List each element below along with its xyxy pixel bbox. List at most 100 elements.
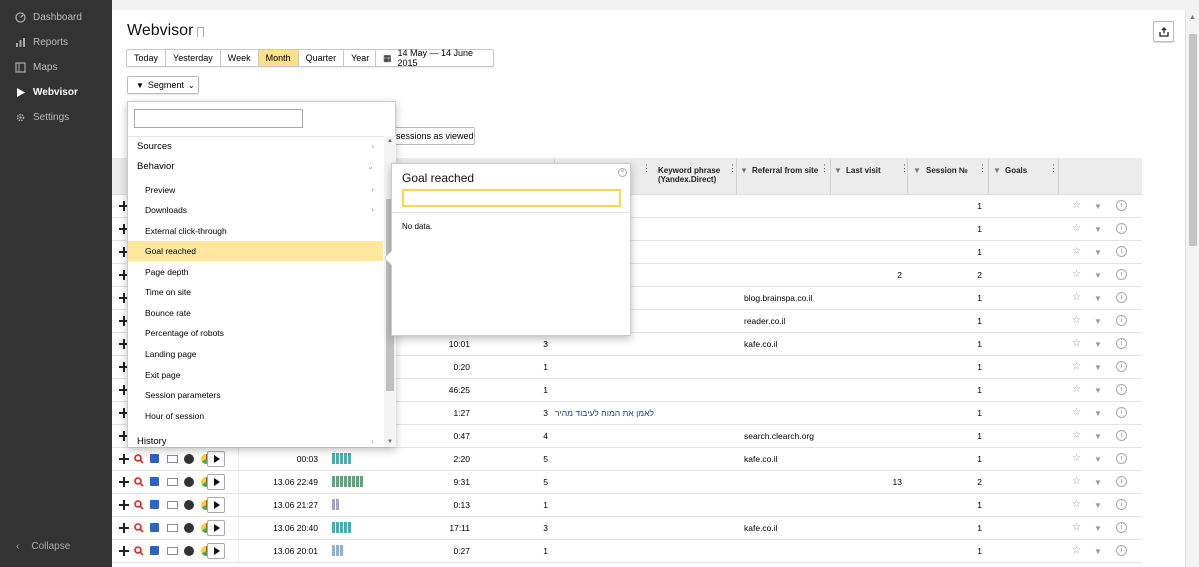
- filter-icon[interactable]: ▼: [1094, 409, 1102, 418]
- play-button[interactable]: [207, 497, 225, 513]
- page-scrollbar[interactable]: ▲: [1185, 10, 1199, 567]
- star-icon[interactable]: ☆: [1072, 361, 1081, 372]
- period-month-button[interactable]: Month: [258, 50, 299, 66]
- filter-icon[interactable]: ▼: [1094, 524, 1102, 533]
- filter-icon[interactable]: ▼: [1094, 340, 1102, 349]
- expand-icon[interactable]: [119, 523, 129, 533]
- play-button[interactable]: [207, 474, 225, 490]
- info-icon[interactable]: i: [1116, 246, 1127, 257]
- info-icon[interactable]: i: [1116, 499, 1127, 510]
- segment-item-percentage-of-robots[interactable]: Percentage of robots: [128, 323, 383, 343]
- scroll-up-icon[interactable]: ▲: [1189, 14, 1196, 21]
- table-row[interactable]: 13.06 22:49 9:31 5 13 2 ☆ ▼ i: [112, 471, 1142, 494]
- column-menu-icon[interactable]: ⋮: [820, 164, 829, 173]
- segment-item-bounce-rate[interactable]: Bounce rate: [128, 303, 383, 323]
- period-today-button[interactable]: Today: [127, 50, 167, 66]
- filter-icon[interactable]: ▼: [1094, 501, 1102, 510]
- info-icon[interactable]: i: [1116, 453, 1127, 464]
- filter-icon[interactable]: ▼: [1094, 225, 1102, 234]
- sidebar-item-dashboard[interactable]: Dashboard: [14, 9, 82, 25]
- info-icon[interactable]: i: [1116, 545, 1127, 556]
- bookmark-icon[interactable]: [197, 27, 204, 37]
- filter-icon[interactable]: ▼: [1094, 248, 1102, 257]
- star-icon[interactable]: ☆: [1072, 292, 1081, 303]
- column-menu-icon[interactable]: ⋮: [978, 164, 987, 173]
- star-icon[interactable]: ☆: [1072, 407, 1081, 418]
- star-icon[interactable]: ☆: [1072, 430, 1081, 441]
- play-button[interactable]: [207, 520, 225, 536]
- info-icon[interactable]: i: [1116, 522, 1127, 533]
- segment-item-goal-reached[interactable]: Goal reached: [128, 241, 383, 261]
- segment-item-time-on-site[interactable]: Time on site: [128, 282, 383, 302]
- goal-search-input[interactable]: [402, 189, 621, 207]
- filter-icon[interactable]: ▼: [834, 166, 842, 175]
- segment-item-history[interactable]: History ›: [128, 432, 383, 452]
- info-icon[interactable]: i: [1116, 430, 1127, 441]
- col-last-visit[interactable]: Last visit: [846, 166, 881, 175]
- column-menu-icon[interactable]: ⋮: [642, 164, 651, 173]
- export-button[interactable]: [1153, 21, 1174, 42]
- scroll-down-icon[interactable]: ▼: [387, 439, 393, 445]
- segment-item-landing-page[interactable]: Landing page: [128, 344, 383, 364]
- segment-item-external-click-through[interactable]: External click-through: [128, 221, 383, 241]
- info-icon[interactable]: i: [1116, 476, 1127, 487]
- play-button[interactable]: [207, 451, 225, 467]
- info-icon[interactable]: i: [1116, 200, 1127, 211]
- table-row[interactable]: 13.06 21:27 0:13 1 1 ☆ ▼ i: [112, 494, 1142, 517]
- segment-item-page-depth[interactable]: Page depth: [128, 262, 383, 282]
- table-row[interactable]: 13.06 20:01 0:27 1 1 ☆ ▼ i: [112, 540, 1142, 563]
- info-icon[interactable]: i: [1116, 315, 1127, 326]
- filter-icon[interactable]: ▼: [1094, 455, 1102, 464]
- sidebar-item-webvisor[interactable]: Webvisor: [14, 84, 78, 100]
- star-icon[interactable]: ☆: [1072, 476, 1081, 487]
- segment-item-session-parameters[interactable]: Session parameters: [128, 385, 383, 405]
- filter-icon[interactable]: ▼: [1094, 386, 1102, 395]
- expand-icon[interactable]: [119, 477, 129, 487]
- scroll-up-icon[interactable]: ▲: [387, 138, 393, 144]
- col-goals[interactable]: Goals: [1005, 166, 1027, 175]
- period-year-button[interactable]: Year: [344, 50, 377, 66]
- filter-icon[interactable]: ▼: [1094, 432, 1102, 441]
- sidebar-item-reports[interactable]: Reports: [14, 34, 68, 50]
- period-week-button[interactable]: Week: [220, 50, 259, 66]
- star-icon[interactable]: ☆: [1072, 384, 1081, 395]
- segment-item-behavior[interactable]: Behavior ⌄: [128, 157, 383, 177]
- column-menu-icon[interactable]: ⋮: [1049, 164, 1058, 173]
- star-icon[interactable]: ☆: [1072, 499, 1081, 510]
- mark-viewed-button[interactable]: sessions as viewed: [391, 127, 475, 145]
- col-keyword-phrase[interactable]: Keyword phrase (Yandex.Direct): [658, 166, 732, 184]
- filter-icon[interactable]: ▼: [993, 166, 1001, 175]
- segment-item-preview[interactable]: Preview ›: [128, 180, 383, 200]
- sidebar-item-settings[interactable]: Settings: [14, 109, 69, 125]
- star-icon[interactable]: ☆: [1072, 315, 1081, 326]
- filter-icon[interactable]: ▼: [1094, 202, 1102, 211]
- segment-item-downloads[interactable]: Downloads ›: [128, 200, 383, 220]
- page-scroll-thumb[interactable]: [1189, 34, 1197, 246]
- expand-icon[interactable]: [119, 454, 129, 464]
- collapse-button[interactable]: ‹ Collapse: [16, 541, 70, 552]
- filter-icon[interactable]: ▼: [740, 166, 748, 175]
- col-session-number[interactable]: Session №: [926, 166, 968, 175]
- star-icon[interactable]: ☆: [1072, 545, 1081, 556]
- star-icon[interactable]: ☆: [1072, 223, 1081, 234]
- sidebar-item-maps[interactable]: Maps: [14, 59, 57, 75]
- info-icon[interactable]: i: [1116, 338, 1127, 349]
- filter-icon[interactable]: ▼: [1094, 271, 1102, 280]
- filter-icon[interactable]: ▼: [1094, 363, 1102, 372]
- table-row[interactable]: 13.06 20:40 17:11 3 kafe.co.il 1 ☆ ▼ i: [112, 517, 1142, 540]
- play-button[interactable]: [207, 543, 225, 559]
- filter-icon[interactable]: ▼: [1094, 317, 1102, 326]
- expand-icon[interactable]: [119, 500, 129, 510]
- star-icon[interactable]: ☆: [1072, 453, 1081, 464]
- segment-search-input[interactable]: [134, 109, 303, 128]
- expand-icon[interactable]: [119, 546, 129, 556]
- info-icon[interactable]: i: [1116, 292, 1127, 303]
- info-icon[interactable]: i: [1116, 223, 1127, 234]
- star-icon[interactable]: ☆: [1072, 200, 1081, 211]
- star-icon[interactable]: ☆: [1072, 522, 1081, 533]
- segment-item-sources[interactable]: Sources ›: [128, 137, 383, 157]
- date-range-button[interactable]: ▦ 14 May — 14 June 2015: [375, 48, 494, 68]
- period-quarter-button[interactable]: Quarter: [298, 50, 345, 66]
- star-icon[interactable]: ☆: [1072, 246, 1081, 257]
- info-icon[interactable]: i: [1116, 361, 1127, 372]
